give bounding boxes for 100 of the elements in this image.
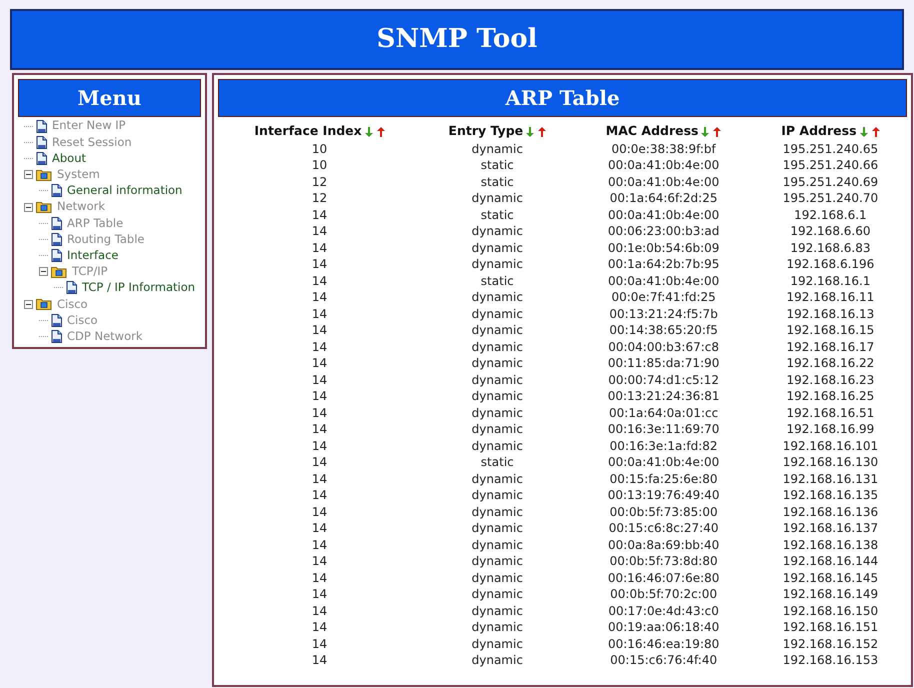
sort-down-icon[interactable]	[701, 126, 710, 137]
table-cell-text: dynamic	[470, 602, 524, 620]
table-cell-text: 00:0a:41:0b:4e:00	[606, 454, 720, 471]
menu-link[interactable]: Cisco	[67, 312, 98, 329]
menu-link[interactable]: Enter New IP	[52, 117, 126, 135]
table-cell-text: 00:1e:0b:54:6b:09	[606, 240, 720, 256]
column-header[interactable]: IP Address	[781, 123, 857, 138]
table-cell-text: 192.168.16.15	[786, 322, 876, 339]
table-cell-text: 00:13:21:24:36:81	[606, 388, 721, 405]
table-cell-text: 14	[310, 256, 328, 273]
table-cell-text: dynamic	[470, 140, 524, 158]
table-cell-text: 00:0b:5f:73:85:00	[608, 504, 719, 520]
sort-down-icon[interactable]	[364, 126, 373, 137]
collapse-icon[interactable]	[24, 300, 33, 309]
folder-icon	[36, 298, 52, 310]
table-cell-text: 00:0e:7f:41:fd:25	[610, 289, 717, 306]
menu-link[interactable]: CDP Network	[67, 328, 142, 346]
table-cell-text: static	[480, 206, 515, 224]
table-cell-text: 14	[310, 602, 328, 620]
table-cell-text: 00:16:3e:1a:fd:82	[608, 438, 719, 454]
folder-icon	[51, 266, 67, 278]
table-cell-text: 10	[310, 157, 328, 174]
table-cell-text: 00:16:46:ea:19:80	[606, 636, 720, 652]
page-icon	[36, 136, 47, 149]
table-cell-text: 00:0b:5f:73:8d:80	[608, 553, 719, 570]
table-cell-text: dynamic	[470, 553, 524, 570]
table-cell-text: 14	[310, 272, 328, 290]
table-cell-text: 192.168.16.152	[782, 636, 880, 652]
table-cell-text: dynamic	[470, 388, 524, 405]
table-cell-text: 00:0a:8a:69:bb:40	[607, 536, 720, 554]
menu-link[interactable]: TCP / IP Information	[82, 279, 196, 297]
sort-up-icon[interactable]	[376, 126, 385, 137]
table-cell-text: 14	[310, 289, 328, 306]
table-cell-text: static	[480, 157, 515, 174]
collapse-icon[interactable]	[39, 267, 48, 276]
folder-icon	[36, 201, 52, 214]
menu-link[interactable]: TCP/IP	[72, 263, 108, 280]
table-cell-text: dynamic	[470, 636, 524, 652]
table-cell-text: 00:0a:41:0b:4e:00	[606, 174, 720, 190]
table-cell-text: 14	[310, 619, 328, 636]
table-cell-text: 192.168.16.1	[789, 272, 872, 290]
menu-link[interactable]: Interface	[67, 246, 118, 264]
table-cell-text: dynamic	[470, 487, 524, 504]
column-header[interactable]: MAC Address	[606, 123, 698, 138]
table-cell-text: 00:15:c6:8c:27:40	[608, 520, 720, 537]
table-cell-text: 195.251.240.69	[782, 174, 880, 190]
table-cell-text: 14	[310, 338, 328, 356]
table-cell-text: 14	[310, 652, 328, 669]
table-cell-text: 00:16:46:07:6e:80	[606, 570, 720, 586]
table-cell-text: dynamic	[470, 256, 524, 273]
menu-link[interactable]: General information	[67, 182, 182, 200]
table-cell-text: 00:15:c6:76:4f:40	[609, 652, 718, 669]
menu-link[interactable]: System	[57, 166, 100, 184]
table-cell-text: 192.168.6.83	[789, 240, 872, 256]
table-cell-text: 192.168.16.136	[782, 504, 880, 520]
table-cell-text: 14	[310, 536, 328, 554]
table-cell-text: 14	[310, 306, 328, 322]
table-cell-text: 00:17:0e:4d:43:c0	[607, 602, 720, 620]
table-cell-text: dynamic	[470, 421, 524, 438]
table-cell-text: 00:1a:64:2b:7b:95	[606, 256, 720, 273]
table-cell-text: 14	[310, 636, 328, 652]
menu-link[interactable]: Cisco	[57, 296, 88, 313]
column-header[interactable]: Entry Type	[448, 123, 524, 138]
table-cell-text: 00:0a:41:0b:4e:00	[606, 206, 720, 224]
table-cell-text: static	[480, 174, 515, 190]
menu-link[interactable]: Network	[57, 198, 106, 216]
table-cell-text: dynamic	[470, 520, 524, 537]
menu-link[interactable]: Reset Session	[52, 134, 132, 151]
table-cell-text: dynamic	[470, 190, 524, 207]
table-cell-text: 192.168.16.99	[786, 421, 876, 438]
sort-up-icon[interactable]	[872, 126, 880, 137]
table-cell-text: 192.168.16.51	[786, 404, 876, 422]
page-icon	[36, 152, 47, 165]
table-cell-text: dynamic	[470, 504, 524, 520]
sort-down-icon[interactable]	[860, 126, 868, 137]
table-cell-text: 192.168.16.101	[782, 438, 880, 454]
page-icon	[51, 232, 62, 246]
table-cell-text: 00:0e:38:38:9f:bf	[610, 140, 717, 158]
page-icon	[66, 281, 77, 294]
page-icon	[51, 330, 62, 344]
table-cell-text: 192.168.16.138	[782, 536, 880, 554]
menu-link[interactable]: About	[52, 150, 86, 168]
table-cell-text: 192.168.16.23	[786, 372, 876, 388]
sort-down-icon[interactable]	[526, 126, 534, 137]
table-cell-text: 00:00:74:d1:c5:12	[607, 372, 720, 388]
sort-up-icon[interactable]	[713, 126, 722, 137]
table-cell-text: static	[480, 454, 515, 471]
collapse-icon[interactable]	[24, 202, 33, 212]
sort-up-icon[interactable]	[538, 126, 546, 137]
table-cell-text: dynamic	[470, 355, 524, 372]
menu-title: Menu	[78, 85, 142, 112]
collapse-icon[interactable]	[24, 170, 33, 180]
column-header[interactable]: Interface Index	[254, 123, 362, 138]
table-cell-text: 14	[310, 206, 328, 224]
table-cell-text: static	[480, 272, 515, 290]
menu-link[interactable]: Routing Table	[67, 230, 144, 248]
table-cell-text: dynamic	[470, 372, 524, 388]
menu-link[interactable]: ARP Table	[67, 214, 124, 232]
table-cell-text: 195.251.240.65	[782, 140, 880, 158]
table-cell-text: 14	[310, 421, 328, 438]
